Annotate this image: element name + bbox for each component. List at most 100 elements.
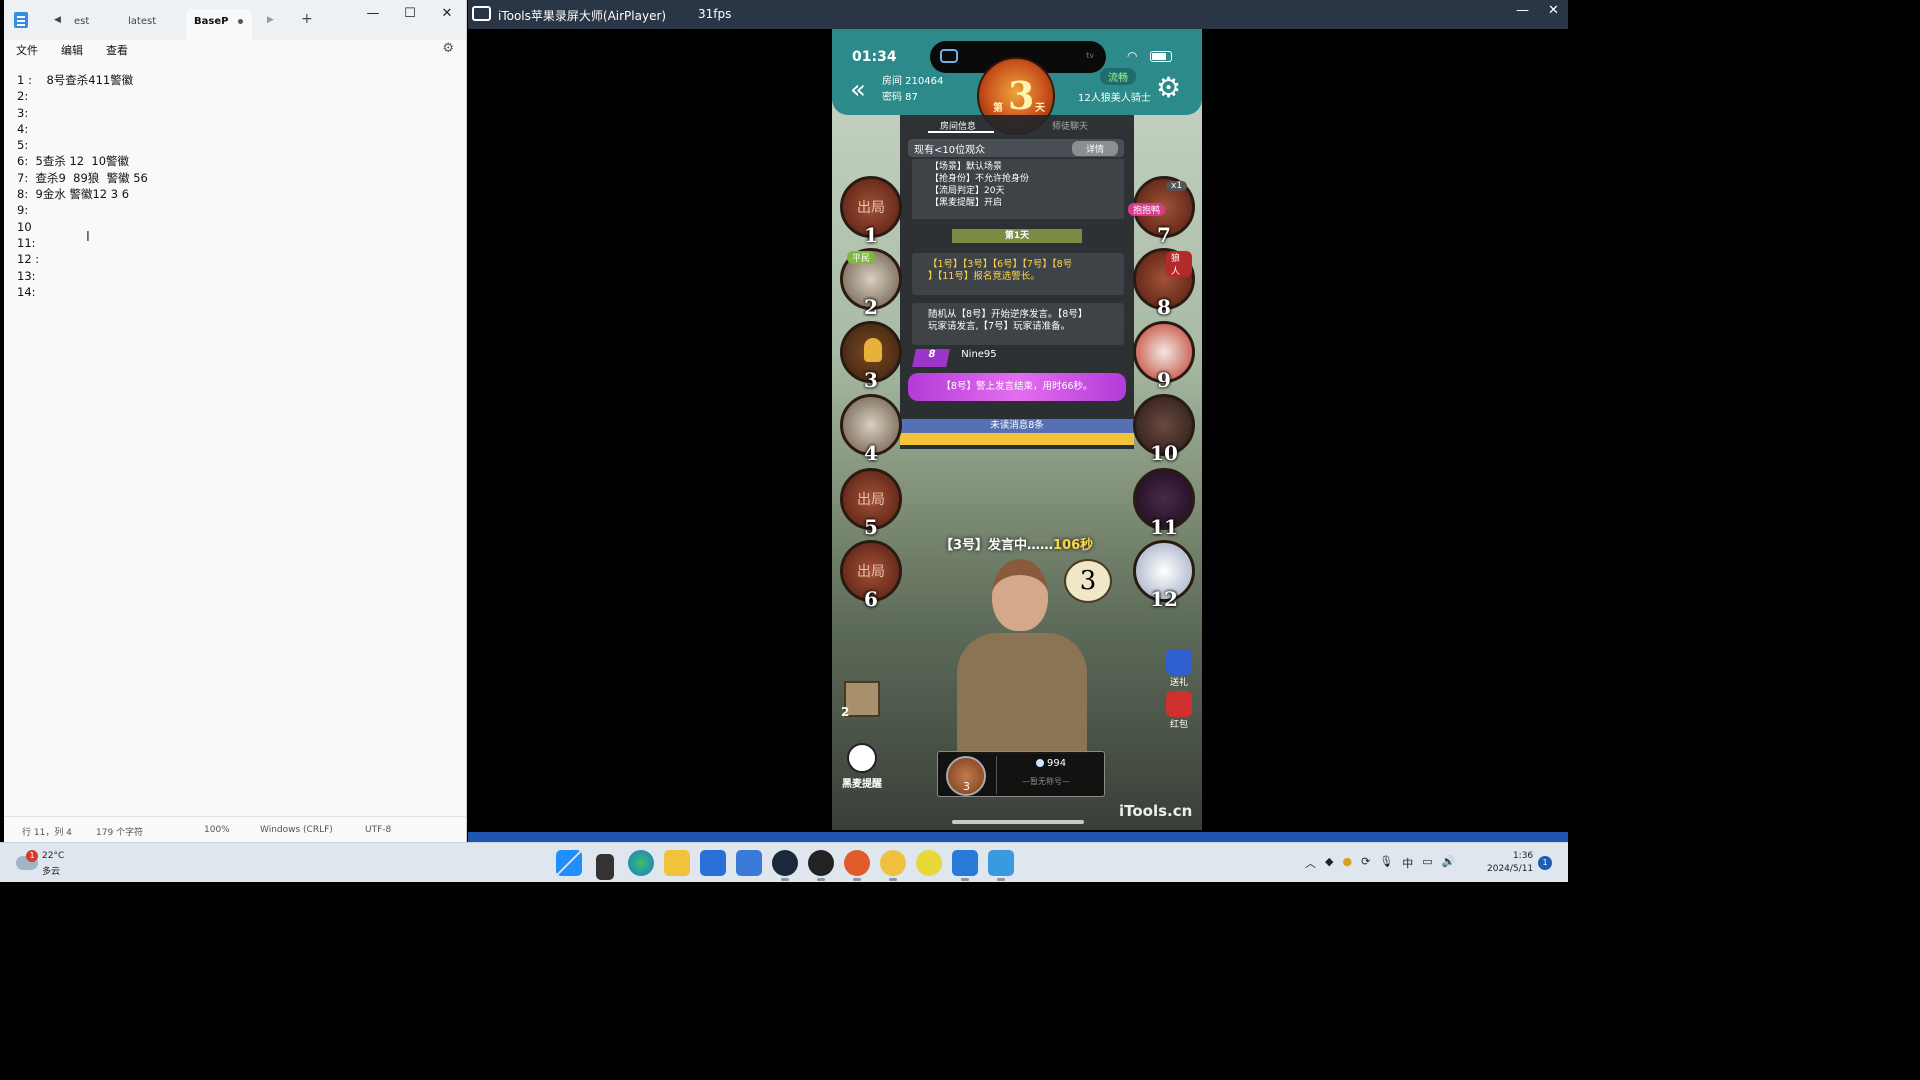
volume-icon[interactable]: 🔊 (1442, 855, 1456, 871)
mute-reminder-icon (847, 743, 877, 773)
day-number: 3 (1008, 73, 1035, 118)
seat-number: 9 (1157, 368, 1171, 392)
close-button[interactable]: ✕ (1548, 3, 1559, 18)
seat-3-speaking[interactable]: 3 (840, 321, 902, 392)
seat-6[interactable]: 出局 6 (840, 540, 902, 611)
screen-mirror-window: iTools苹果录屏大师(AirPlayer) 31fps — ✕ 01:34 … (468, 0, 1568, 842)
tab-scroll-right-icon[interactable]: ▶ (267, 15, 274, 25)
menu-edit[interactable]: 编辑 (61, 42, 106, 61)
menu-file[interactable]: 文件 (16, 42, 61, 61)
unread-messages-button[interactable]: 未读消息8条 (900, 419, 1134, 433)
send-gift-button[interactable]: 送礼 (1164, 649, 1194, 688)
network-status: 流畅 (1100, 68, 1136, 85)
room-password: 密码 87 (882, 92, 918, 103)
message-line: 随机从【8号】开始逆序发言。【8号】 (928, 309, 1088, 320)
tab-label: est (74, 16, 90, 27)
seat-9[interactable]: 9 (1133, 321, 1195, 392)
edge-browser-icon[interactable] (628, 850, 654, 876)
speaking-timer: 106秒 (1053, 538, 1094, 553)
notepad-titlebar: ◀ est latest BaseP ▶ + — ☐ ✕ (4, 0, 466, 40)
tab-scroll-left-icon[interactable]: ◀ (54, 15, 61, 25)
file-explorer-icon[interactable] (664, 850, 690, 876)
system-message: 【1号】【3号】【6号】【7号】【8号 】【11号】报名竞选警长。 (912, 253, 1124, 295)
tray-sync-icon[interactable]: ⟳ (1361, 855, 1370, 871)
maximize-button[interactable]: ☐ (395, 4, 425, 24)
seat-2[interactable]: 平民 2 (840, 248, 902, 319)
seat-7[interactable]: 抱抱鸭 x1 7 (1128, 176, 1195, 247)
close-button[interactable]: ✕ (432, 4, 462, 24)
new-tab-icon[interactable]: + (301, 11, 313, 27)
speaker-number-bubble: 3 (1064, 559, 1112, 603)
screen-mirror-icon (940, 49, 958, 63)
editor-line: 13: (17, 268, 36, 283)
seat-number: 12 (1150, 587, 1178, 611)
status-char-count: 179 个字符 (96, 828, 144, 838)
settings-gear-icon[interactable]: ⚙ (442, 41, 454, 56)
task-view-icon[interactable] (596, 854, 614, 880)
clock[interactable]: 1:36 2024/5/11 (1487, 850, 1533, 876)
home-indicator[interactable] (952, 820, 1084, 824)
microphone-icon[interactable]: 🎙 (1379, 855, 1393, 871)
text-editor[interactable]: 1 : 8号查杀411警徽 2: 3: 4: 5: 6: 5查杀 12 10警徽… (4, 72, 466, 802)
itools-app-icon[interactable] (952, 850, 978, 881)
gift-icon (1166, 649, 1192, 675)
wifi-icon: ◠ (1127, 49, 1138, 63)
role-card-count: 2 (841, 705, 850, 719)
expand-chevron-icon[interactable] (900, 433, 1134, 445)
minimize-button[interactable]: — (1516, 3, 1529, 18)
minimize-button[interactable]: — (358, 4, 388, 24)
notepad-app-icon[interactable] (988, 850, 1014, 881)
tray-app-icon[interactable]: ● (1342, 855, 1352, 871)
seat-number: 3 (864, 368, 878, 392)
red-packet-button[interactable]: 红包 (1164, 691, 1194, 730)
back-chevron-icon[interactable]: « (850, 75, 866, 105)
seat-11[interactable]: 11 (1133, 468, 1195, 539)
gift-tag: 抱抱鸭 (1128, 203, 1166, 216)
steam-icon[interactable] (772, 850, 798, 881)
store-icon[interactable] (700, 850, 726, 876)
weather-alert-badge: 1 (26, 850, 38, 862)
mute-reminder-button[interactable]: 黑麦提醒 (838, 743, 886, 790)
detail-button[interactable]: 详情 (1071, 141, 1118, 156)
seat-1[interactable]: 出局 1 (840, 176, 902, 247)
room-info: 房间 210464 密码 87 (882, 74, 943, 106)
ime-indicator[interactable]: 中 (1402, 855, 1413, 871)
game-settings-gear-icon[interactable]: ⚙ (1156, 71, 1181, 104)
menu-view[interactable]: 查看 (106, 42, 151, 61)
tray-app-icon[interactable]: ◆ (1325, 855, 1333, 871)
taskbar-apps (556, 850, 1014, 881)
status-zoom[interactable]: 100% (204, 825, 230, 835)
network-icon[interactable]: ▭ (1422, 855, 1432, 871)
seat-4[interactable]: 4 (840, 394, 902, 465)
notification-badge[interactable]: 1 (1538, 856, 1552, 870)
clock-date: 2024/5/11 (1487, 864, 1534, 874)
seat-12[interactable]: 12 (1133, 540, 1195, 611)
weather-widget[interactable]: 1 22°C 多云 (16, 850, 136, 878)
mirror-titlebar: iTools苹果录屏大师(AirPlayer) 31fps — ✕ (468, 0, 1568, 29)
media-app-icon[interactable] (808, 850, 834, 881)
tab-latest[interactable]: latest (120, 9, 184, 40)
status-bar: 行 11，列 4 179 个字符 100% Windows (CRLF) UTF… (4, 816, 466, 842)
accelerator-app-icon[interactable] (916, 850, 942, 876)
seat-8[interactable]: 狼人 8 (1133, 248, 1195, 319)
speaker-name[interactable]: Nine95 (961, 349, 996, 360)
seat-10[interactable]: 10 (1133, 394, 1195, 465)
editor-line: 14: (17, 284, 36, 299)
role-card-icon[interactable] (844, 681, 880, 717)
status-line-ending[interactable]: Windows (CRLF) (260, 825, 333, 835)
game-app-icon[interactable] (880, 850, 906, 881)
start-windows-icon[interactable] (556, 850, 582, 876)
editor-line: 7: 查杀9 89狼 警徽 56 (17, 170, 148, 185)
rule-line: 【流局判定】20天 (930, 186, 1005, 196)
phone-time: 01:34 (852, 49, 897, 65)
browser-app-icon[interactable] (844, 850, 870, 881)
tab-est[interactable]: est (66, 9, 116, 40)
tab-basep-active[interactable]: BaseP (186, 9, 252, 40)
my-profile-card[interactable]: 3 994 —暂无称号— (937, 751, 1105, 797)
mail-icon[interactable] (736, 850, 762, 876)
tray-expand-chevron-icon[interactable]: ︿ (1305, 855, 1316, 871)
tab-mentor-chat[interactable]: 师徒聊天 (1052, 119, 1088, 132)
editor-line: 12 : (17, 252, 40, 267)
seat-5[interactable]: 出局 5 (840, 468, 902, 539)
status-encoding[interactable]: UTF-8 (365, 825, 391, 835)
